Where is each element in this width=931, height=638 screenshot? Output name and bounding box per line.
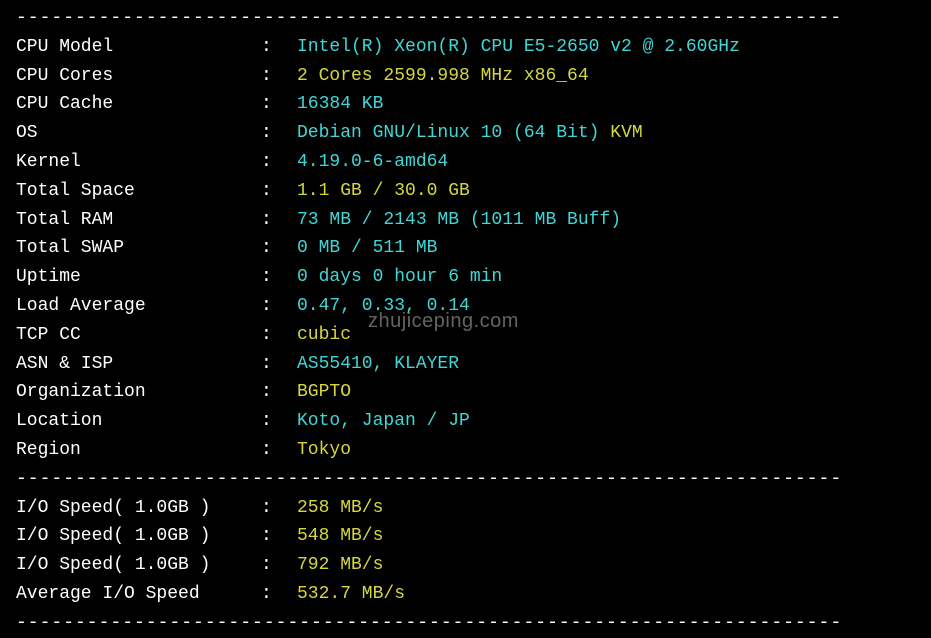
- row-value: 0 days 0 hour 6 min: [297, 263, 502, 292]
- info-row-io-2: I/O Speed( 1.0GB ): 792 MB/s: [16, 551, 915, 580]
- info-row-region: Region: Tokyo: [16, 436, 915, 465]
- row-value: 548 MB/s: [297, 522, 383, 551]
- row-label: CPU Model: [16, 33, 261, 62]
- info-row-asn-isp: ASN & ISP: AS55410, KLAYER: [16, 350, 915, 379]
- row-colon: :: [261, 177, 297, 206]
- info-row-uptime: Uptime: 0 days 0 hour 6 min: [16, 263, 915, 292]
- info-row-os: OS: Debian GNU/Linux 10 (64 Bit) KVM: [16, 119, 915, 148]
- row-value: 792 MB/s: [297, 551, 383, 580]
- divider-bottom: ----------------------------------------…: [16, 609, 915, 638]
- row-colon: :: [261, 90, 297, 119]
- row-colon: :: [261, 350, 297, 379]
- system-info-block: CPU Model: Intel(R) Xeon(R) CPU E5-2650 …: [16, 33, 915, 465]
- row-value: 532.7 MB/s: [297, 580, 405, 609]
- row-value: 16384 KB: [297, 90, 383, 119]
- row-colon: :: [261, 436, 297, 465]
- divider-top: ----------------------------------------…: [16, 4, 915, 33]
- row-value: 0 MB / 511 MB: [297, 234, 437, 263]
- row-label: Total Space: [16, 177, 261, 206]
- row-colon: :: [261, 119, 297, 148]
- row-label: Average I/O Speed: [16, 580, 261, 609]
- info-row-tcp-cc: TCP CC: cubic: [16, 321, 915, 350]
- row-colon: :: [261, 522, 297, 551]
- row-label: Uptime: [16, 263, 261, 292]
- row-value: 73 MB / 2143 MB (1011 MB Buff): [297, 206, 621, 235]
- row-label: OS: [16, 119, 261, 148]
- row-value: Koto, Japan / JP: [297, 407, 470, 436]
- info-row-cpu-cache: CPU Cache: 16384 KB: [16, 90, 915, 119]
- row-value: AS55410, KLAYER: [297, 350, 459, 379]
- row-label: ASN & ISP: [16, 350, 261, 379]
- row-label: CPU Cache: [16, 90, 261, 119]
- row-value: 1.1 GB / 30.0 GB: [297, 177, 470, 206]
- row-value: cubic: [297, 321, 351, 350]
- row-colon: :: [261, 148, 297, 177]
- info-row-organization: Organization: BGPTO: [16, 378, 915, 407]
- info-row-total-space: Total Space: 1.1 GB / 30.0 GB: [16, 177, 915, 206]
- row-colon: :: [261, 292, 297, 321]
- row-value: 2 Cores 2599.998 MHz x86_64: [297, 62, 589, 91]
- row-label: CPU Cores: [16, 62, 261, 91]
- row-colon: :: [261, 494, 297, 523]
- row-label: TCP CC: [16, 321, 261, 350]
- row-colon: :: [261, 206, 297, 235]
- info-row-cpu-cores: CPU Cores: 2 Cores 2599.998 MHz x86_64: [16, 62, 915, 91]
- io-speed-block: I/O Speed( 1.0GB ): 258 MB/sI/O Speed( 1…: [16, 494, 915, 609]
- info-row-io-3: Average I/O Speed: 532.7 MB/s: [16, 580, 915, 609]
- row-value: 4.19.0-6-amd64: [297, 148, 448, 177]
- info-row-kernel: Kernel: 4.19.0-6-amd64: [16, 148, 915, 177]
- row-label: Total RAM: [16, 206, 261, 235]
- row-colon: :: [261, 378, 297, 407]
- row-label: I/O Speed( 1.0GB ): [16, 551, 261, 580]
- row-label: Region: [16, 436, 261, 465]
- row-colon: :: [261, 234, 297, 263]
- row-value: 0.47, 0.33, 0.14: [297, 292, 470, 321]
- info-row-total-ram: Total RAM: 73 MB / 2143 MB (1011 MB Buff…: [16, 206, 915, 235]
- row-label: Load Average: [16, 292, 261, 321]
- row-value: Intel(R) Xeon(R) CPU E5-2650 v2 @ 2.60GH…: [297, 33, 740, 62]
- info-row-io-1: I/O Speed( 1.0GB ): 548 MB/s: [16, 522, 915, 551]
- row-label: Total SWAP: [16, 234, 261, 263]
- row-label: I/O Speed( 1.0GB ): [16, 494, 261, 523]
- info-row-total-swap: Total SWAP: 0 MB / 511 MB: [16, 234, 915, 263]
- row-label: Kernel: [16, 148, 261, 177]
- divider-middle: ----------------------------------------…: [16, 465, 915, 494]
- row-value: BGPTO: [297, 378, 351, 407]
- row-label: Organization: [16, 378, 261, 407]
- info-row-io-0: I/O Speed( 1.0GB ): 258 MB/s: [16, 494, 915, 523]
- row-value: Tokyo: [297, 436, 351, 465]
- row-label: Location: [16, 407, 261, 436]
- row-colon: :: [261, 62, 297, 91]
- row-colon: :: [261, 33, 297, 62]
- row-label: I/O Speed( 1.0GB ): [16, 522, 261, 551]
- row-colon: :: [261, 580, 297, 609]
- row-value: 258 MB/s: [297, 494, 383, 523]
- info-row-cpu-model: CPU Model: Intel(R) Xeon(R) CPU E5-2650 …: [16, 33, 915, 62]
- row-colon: :: [261, 263, 297, 292]
- row-value: Debian GNU/Linux 10 (64 Bit) KVM: [297, 119, 643, 148]
- row-colon: :: [261, 321, 297, 350]
- row-colon: :: [261, 551, 297, 580]
- row-colon: :: [261, 407, 297, 436]
- info-row-load-average: Load Average: 0.47, 0.33, 0.14: [16, 292, 915, 321]
- info-row-location: Location: Koto, Japan / JP: [16, 407, 915, 436]
